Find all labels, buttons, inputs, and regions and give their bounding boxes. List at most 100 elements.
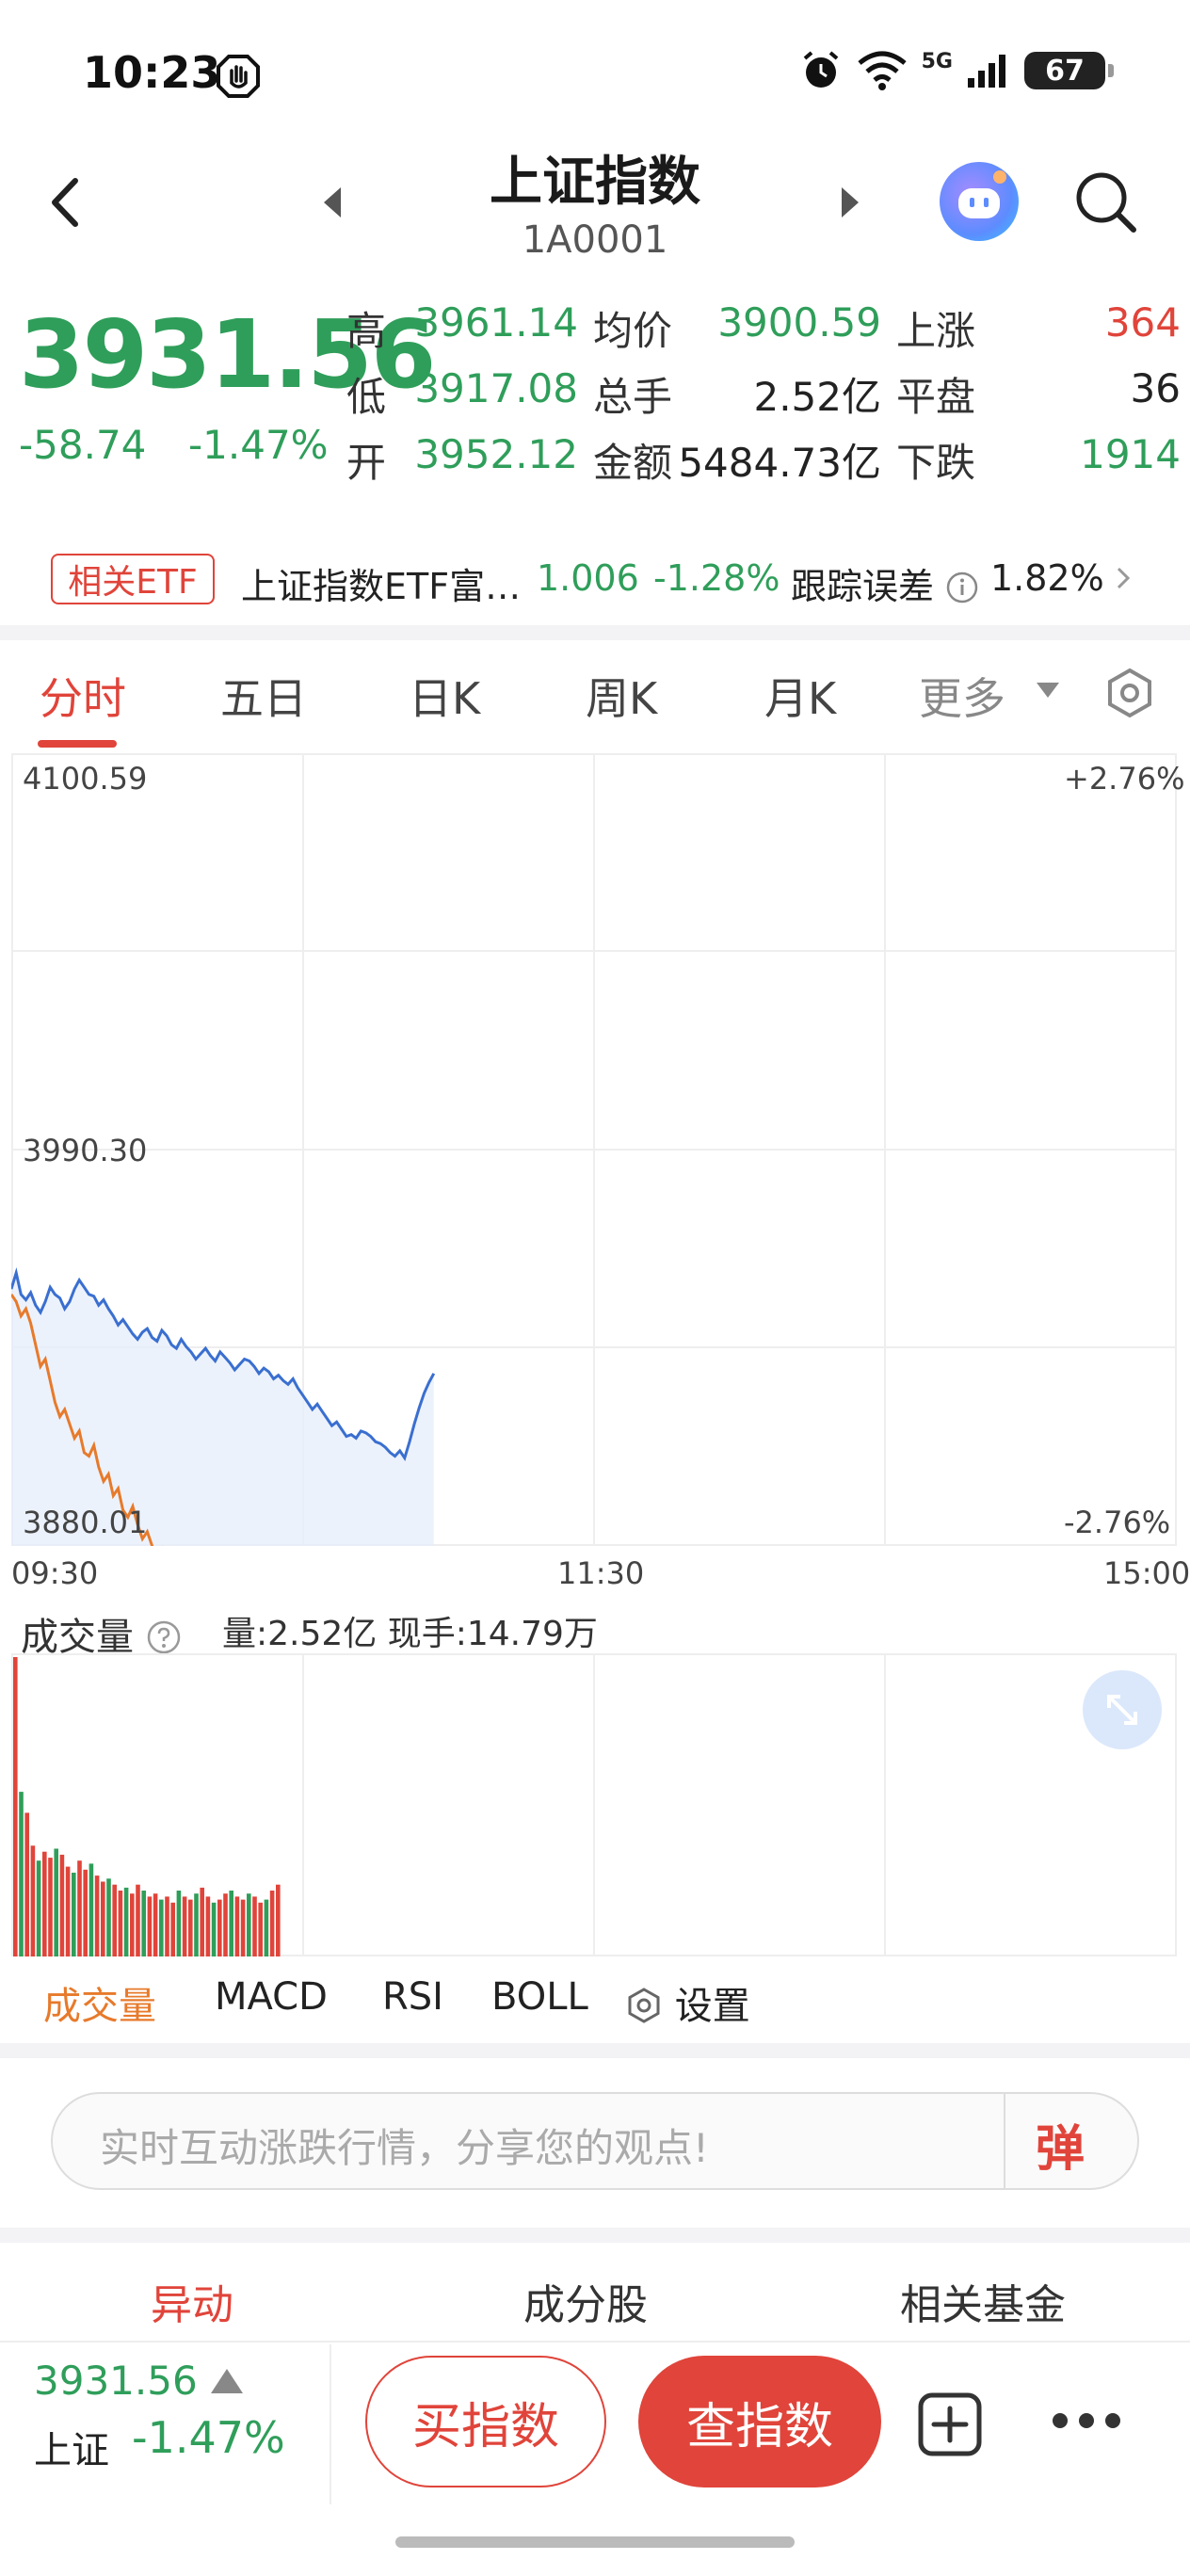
volume-bar xyxy=(130,1893,135,1956)
volume-bar xyxy=(264,1899,269,1956)
indicator-tab-rsi[interactable]: RSI xyxy=(382,1975,443,2019)
next-index-button[interactable] xyxy=(838,184,862,221)
volume-bar xyxy=(136,1884,140,1956)
tracking-label-text: 跟踪误差 xyxy=(791,566,935,607)
tab-constituents[interactable]: 成分股 xyxy=(523,2271,648,2331)
volume-bar xyxy=(188,1899,193,1956)
volume-bar xyxy=(123,1887,129,1956)
chart-settings-icon[interactable] xyxy=(1103,667,1156,719)
quote-value: 2.52亿 xyxy=(753,374,881,420)
volume-bar xyxy=(30,1845,36,1956)
triangle-up-icon[interactable] xyxy=(209,2367,245,2395)
help-icon[interactable] xyxy=(146,1619,182,1655)
quote-value: 3900.59 xyxy=(717,299,881,346)
volume-bar xyxy=(159,1899,164,1956)
volume-bar xyxy=(36,1860,41,1956)
indicator-tab-boll[interactable]: BOLL xyxy=(491,1975,588,2019)
volume-bar xyxy=(247,1893,251,1956)
indicator-settings[interactable]: 设置 xyxy=(625,1975,750,2030)
danmu-label: 弹 xyxy=(1036,2121,1085,2178)
tab-movements[interactable]: 异动 xyxy=(151,2271,233,2331)
x-tick-mid: 11:30 xyxy=(557,1555,645,1591)
tab-related-funds[interactable]: 相关基金 xyxy=(900,2271,1066,2331)
home-indicator xyxy=(395,2536,795,2548)
comment-placeholder: 实时互动涨跌行情，分享您的观点! xyxy=(100,2125,709,2171)
indicator-settings-label: 设置 xyxy=(674,1985,750,2028)
indicator-tab-macd[interactable]: MACD xyxy=(215,1975,328,2019)
search-icon[interactable] xyxy=(1073,169,1139,235)
volume-bar xyxy=(147,1896,153,1956)
footer-change-pct: -1.47% xyxy=(132,2412,285,2463)
alarm-icon xyxy=(803,51,838,88)
volume-bar xyxy=(72,1873,76,1956)
volume-bar xyxy=(54,1848,58,1956)
tab-underline xyxy=(38,740,117,748)
danmu-toggle-button[interactable]: 弹 xyxy=(1036,2109,1085,2180)
quote-value: 3917.08 xyxy=(414,365,578,411)
status-time: 10:23 xyxy=(83,47,221,98)
pct-tick-top: +2.76% xyxy=(1064,761,1185,797)
tab-monthly-k[interactable]: 月K xyxy=(764,665,836,727)
quote-value: 3961.14 xyxy=(414,299,578,346)
volume-bar xyxy=(94,1876,100,1956)
volume-bar xyxy=(88,1863,94,1956)
quote-label: 总手 xyxy=(593,374,673,420)
volume-bar xyxy=(24,1812,29,1956)
volume-bar xyxy=(229,1891,233,1956)
quote-label: 金额 xyxy=(593,440,673,486)
volume-bar xyxy=(165,1896,169,1956)
settings-hex-icon xyxy=(628,1988,660,2023)
volume-bar xyxy=(200,1887,204,1956)
price-change-pct: -1.47% xyxy=(188,422,329,468)
volume-bar xyxy=(223,1893,228,1956)
quote-label: 下跌 xyxy=(896,440,976,486)
price-change: -58.74 xyxy=(19,422,147,468)
bottom-divider xyxy=(0,2341,1190,2343)
volume-bar xyxy=(234,1896,240,1956)
quote-value: 3952.12 xyxy=(414,431,578,477)
volume-info: 量:2.52亿 现手:14.79万 xyxy=(222,1615,598,1653)
quote-label: 上涨 xyxy=(896,308,976,354)
volume-bar xyxy=(65,1866,71,1956)
volume-chart[interactable] xyxy=(11,1653,1177,1956)
volume-bar xyxy=(153,1893,158,1956)
volume-bar xyxy=(106,1878,111,1956)
volume-bar xyxy=(170,1902,175,1956)
volume-bar xyxy=(240,1899,246,1956)
footer-index-name: 上证 xyxy=(34,2429,109,2472)
quote-value: 5484.73亿 xyxy=(678,440,881,486)
signal-icon xyxy=(968,55,1005,88)
tab-weekly-k[interactable]: 周K xyxy=(586,665,657,727)
y-tick-top: 4100.59 xyxy=(23,761,148,797)
etf-name: 上证指数ETF富… xyxy=(241,566,522,607)
buy-index-button[interactable]: 买指数 xyxy=(365,2356,606,2487)
more-options-icon[interactable] xyxy=(1051,2407,1122,2435)
assistant-bot-icon[interactable] xyxy=(940,162,1019,241)
intraday-chart[interactable] xyxy=(11,753,1177,1546)
tab-daily-k[interactable]: 日K xyxy=(409,665,480,727)
expand-chart-button[interactable] xyxy=(1083,1670,1162,1749)
volume-bar xyxy=(211,1902,217,1956)
volume-bar xyxy=(42,1851,47,1956)
x-tick-start: 09:30 xyxy=(11,1555,99,1591)
quote-label: 开 xyxy=(346,440,387,486)
comment-separator xyxy=(1004,2094,1005,2188)
etf-tracking-label: 跟踪误差 xyxy=(791,557,979,609)
tab-intraday[interactable]: 分时 xyxy=(40,665,126,727)
volume-bar xyxy=(269,1891,275,1956)
y-tick-mid: 3990.30 xyxy=(23,1133,148,1168)
add-watchlist-icon[interactable] xyxy=(917,2391,983,2457)
indicator-tab-volume[interactable]: 成交量 xyxy=(43,1975,156,2030)
volume-bar xyxy=(13,1657,18,1956)
info-icon[interactable] xyxy=(945,571,979,604)
volume-bar xyxy=(101,1881,105,1956)
volume-bar xyxy=(276,1884,281,1956)
tab-more[interactable]: 更多 xyxy=(919,665,1005,727)
volume-bar xyxy=(176,1891,182,1956)
section-divider xyxy=(0,625,1190,640)
tab-five-day[interactable]: 五日 xyxy=(220,665,307,727)
query-index-button[interactable]: 查指数 xyxy=(638,2356,881,2487)
network-type: 5G xyxy=(921,50,953,73)
volume-bar xyxy=(48,1858,53,1956)
etf-price: 1.006 xyxy=(537,557,639,599)
